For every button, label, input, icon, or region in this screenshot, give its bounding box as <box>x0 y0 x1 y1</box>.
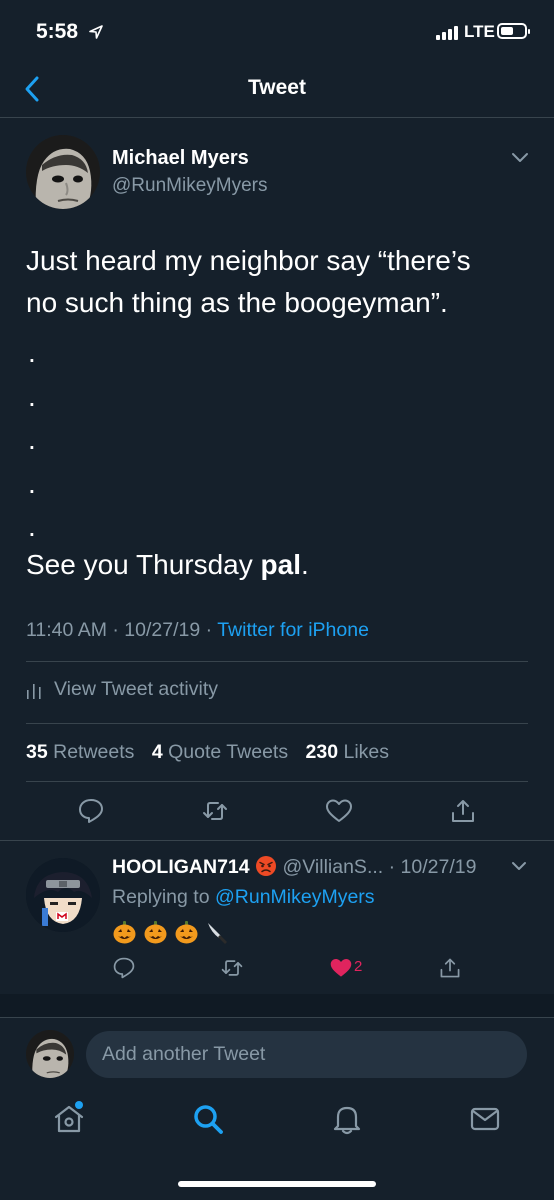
liked-heart-icon[interactable] <box>329 956 353 980</box>
divider <box>26 723 528 724</box>
tweet-closing-line: See you Thursday pal. <box>26 544 309 586</box>
tweet-text-line: no such thing as the boogeyman”. <box>26 287 448 318</box>
tweet-date: 10/27/19 <box>124 619 201 641</box>
view-tweet-activity[interactable]: View Tweet activity <box>26 678 218 701</box>
reply-actions <box>0 956 554 982</box>
reply-header: HOOLIGAN714 @VillianS... · 10/27/19 <box>112 855 476 879</box>
replying-to-prefix: Replying to <box>112 886 215 908</box>
reply-like-count: 2 <box>354 958 363 975</box>
add-tweet-input[interactable] <box>86 1031 527 1078</box>
nav-bar: Tweet <box>0 60 554 118</box>
quote-tweets-stat[interactable]: 4 Quote Tweets <box>152 741 288 763</box>
share-icon[interactable] <box>438 956 462 980</box>
tweet-closing-bold: pal <box>260 549 301 580</box>
analytics-bars-icon <box>27 683 41 699</box>
network-type: LTE <box>464 22 495 41</box>
mask-avatar-image <box>26 1030 74 1078</box>
tweet-dot: . <box>28 467 36 499</box>
page-title: Tweet <box>248 76 306 99</box>
divider <box>26 661 528 662</box>
likes-count: 230 <box>305 741 339 763</box>
tweet-timestamp: 11:40 AM · 10/27/19 · Twitter for iPhone <box>26 619 369 642</box>
retweet-icon[interactable] <box>220 956 244 980</box>
divider <box>0 840 554 841</box>
likes-label: Likes <box>343 741 390 763</box>
battery-icon <box>497 23 530 39</box>
tweet-detail-screen: 5:58 LTE Tweet Michael Myers @RunMikeyMy… <box>0 0 554 1200</box>
meta-separator: · <box>388 856 401 878</box>
compose-avatar <box>26 1030 74 1078</box>
tweet-source-link[interactable]: Twitter for iPhone <box>217 619 369 641</box>
anime-avatar-image <box>26 858 100 932</box>
retweets-count: 35 <box>26 741 48 763</box>
author-name[interactable]: Michael Myers <box>112 147 249 170</box>
meta-separator: · <box>205 619 218 641</box>
mask-avatar-image <box>26 135 100 209</box>
tweet-dot: . <box>28 380 36 412</box>
chevron-down-icon[interactable] <box>511 860 527 872</box>
replying-to-handle[interactable]: @RunMikeyMyers <box>215 886 375 908</box>
section-separator <box>0 994 554 1018</box>
reply-text <box>112 920 230 945</box>
retweets-stat[interactable]: 35 Retweets <box>26 741 134 763</box>
tweet-actions <box>0 797 554 827</box>
quotes-count: 4 <box>151 741 163 763</box>
retweets-label: Retweets <box>53 741 135 763</box>
status-bar: 5:58 LTE <box>0 0 554 60</box>
chevron-down-icon[interactable] <box>511 150 529 164</box>
home-indicator[interactable] <box>178 1181 376 1187</box>
status-time: 5:58 <box>36 20 79 43</box>
reply-author-avatar[interactable] <box>26 858 100 932</box>
divider <box>26 781 528 782</box>
author-handle[interactable]: @RunMikeyMyers <box>112 175 267 197</box>
quotes-label: Quote Tweets <box>168 741 289 763</box>
replying-to: Replying to @RunMikeyMyers <box>112 886 375 909</box>
jack-o-lantern-icon <box>113 921 136 944</box>
like-heart-icon[interactable] <box>325 797 353 825</box>
tweet-time: 11:40 AM <box>26 619 107 641</box>
author-avatar[interactable] <box>26 135 100 209</box>
tweet-text-line: Just heard my neighbor say “there’s <box>26 245 471 276</box>
reply-icon[interactable] <box>77 797 105 825</box>
tweet-dot: . <box>28 424 36 455</box>
home-notification-dot <box>75 1101 83 1109</box>
jack-o-lantern-icon <box>144 921 167 944</box>
retweet-icon[interactable] <box>201 797 229 825</box>
tweet-closing-suffix: . <box>300 549 309 580</box>
share-icon[interactable] <box>449 797 477 825</box>
search-icon[interactable] <box>191 1102 225 1136</box>
notifications-bell-icon[interactable] <box>330 1102 364 1136</box>
reply-author-name[interactable]: HOOLIGAN714 <box>112 856 250 878</box>
jack-o-lantern-icon <box>175 921 198 944</box>
angry-face-icon <box>256 856 277 876</box>
tweet-dots: . . . . . <box>28 338 36 556</box>
tweet-text: Just heard my neighbor say “there’s no s… <box>26 240 526 324</box>
kitchen-knife-icon <box>208 923 227 944</box>
tweet-closing-prefix: See you Thursday <box>26 549 261 580</box>
meta-separator: · <box>112 619 125 641</box>
tweet-dot: . <box>28 337 36 368</box>
location-arrow-icon <box>89 25 103 39</box>
signal-strength-icon <box>436 25 458 40</box>
reply-date: 10/27/19 <box>400 856 477 878</box>
tweet-stats: 35 Retweets 4 Quote Tweets 230 Likes <box>26 741 389 764</box>
reply-author-handle[interactable]: @VillianS... <box>282 856 383 878</box>
likes-stat[interactable]: 230 Likes <box>306 741 390 763</box>
view-tweet-activity-label: View Tweet activity <box>54 678 219 700</box>
reply-icon[interactable] <box>112 956 136 980</box>
messages-envelope-icon[interactable] <box>468 1102 502 1136</box>
